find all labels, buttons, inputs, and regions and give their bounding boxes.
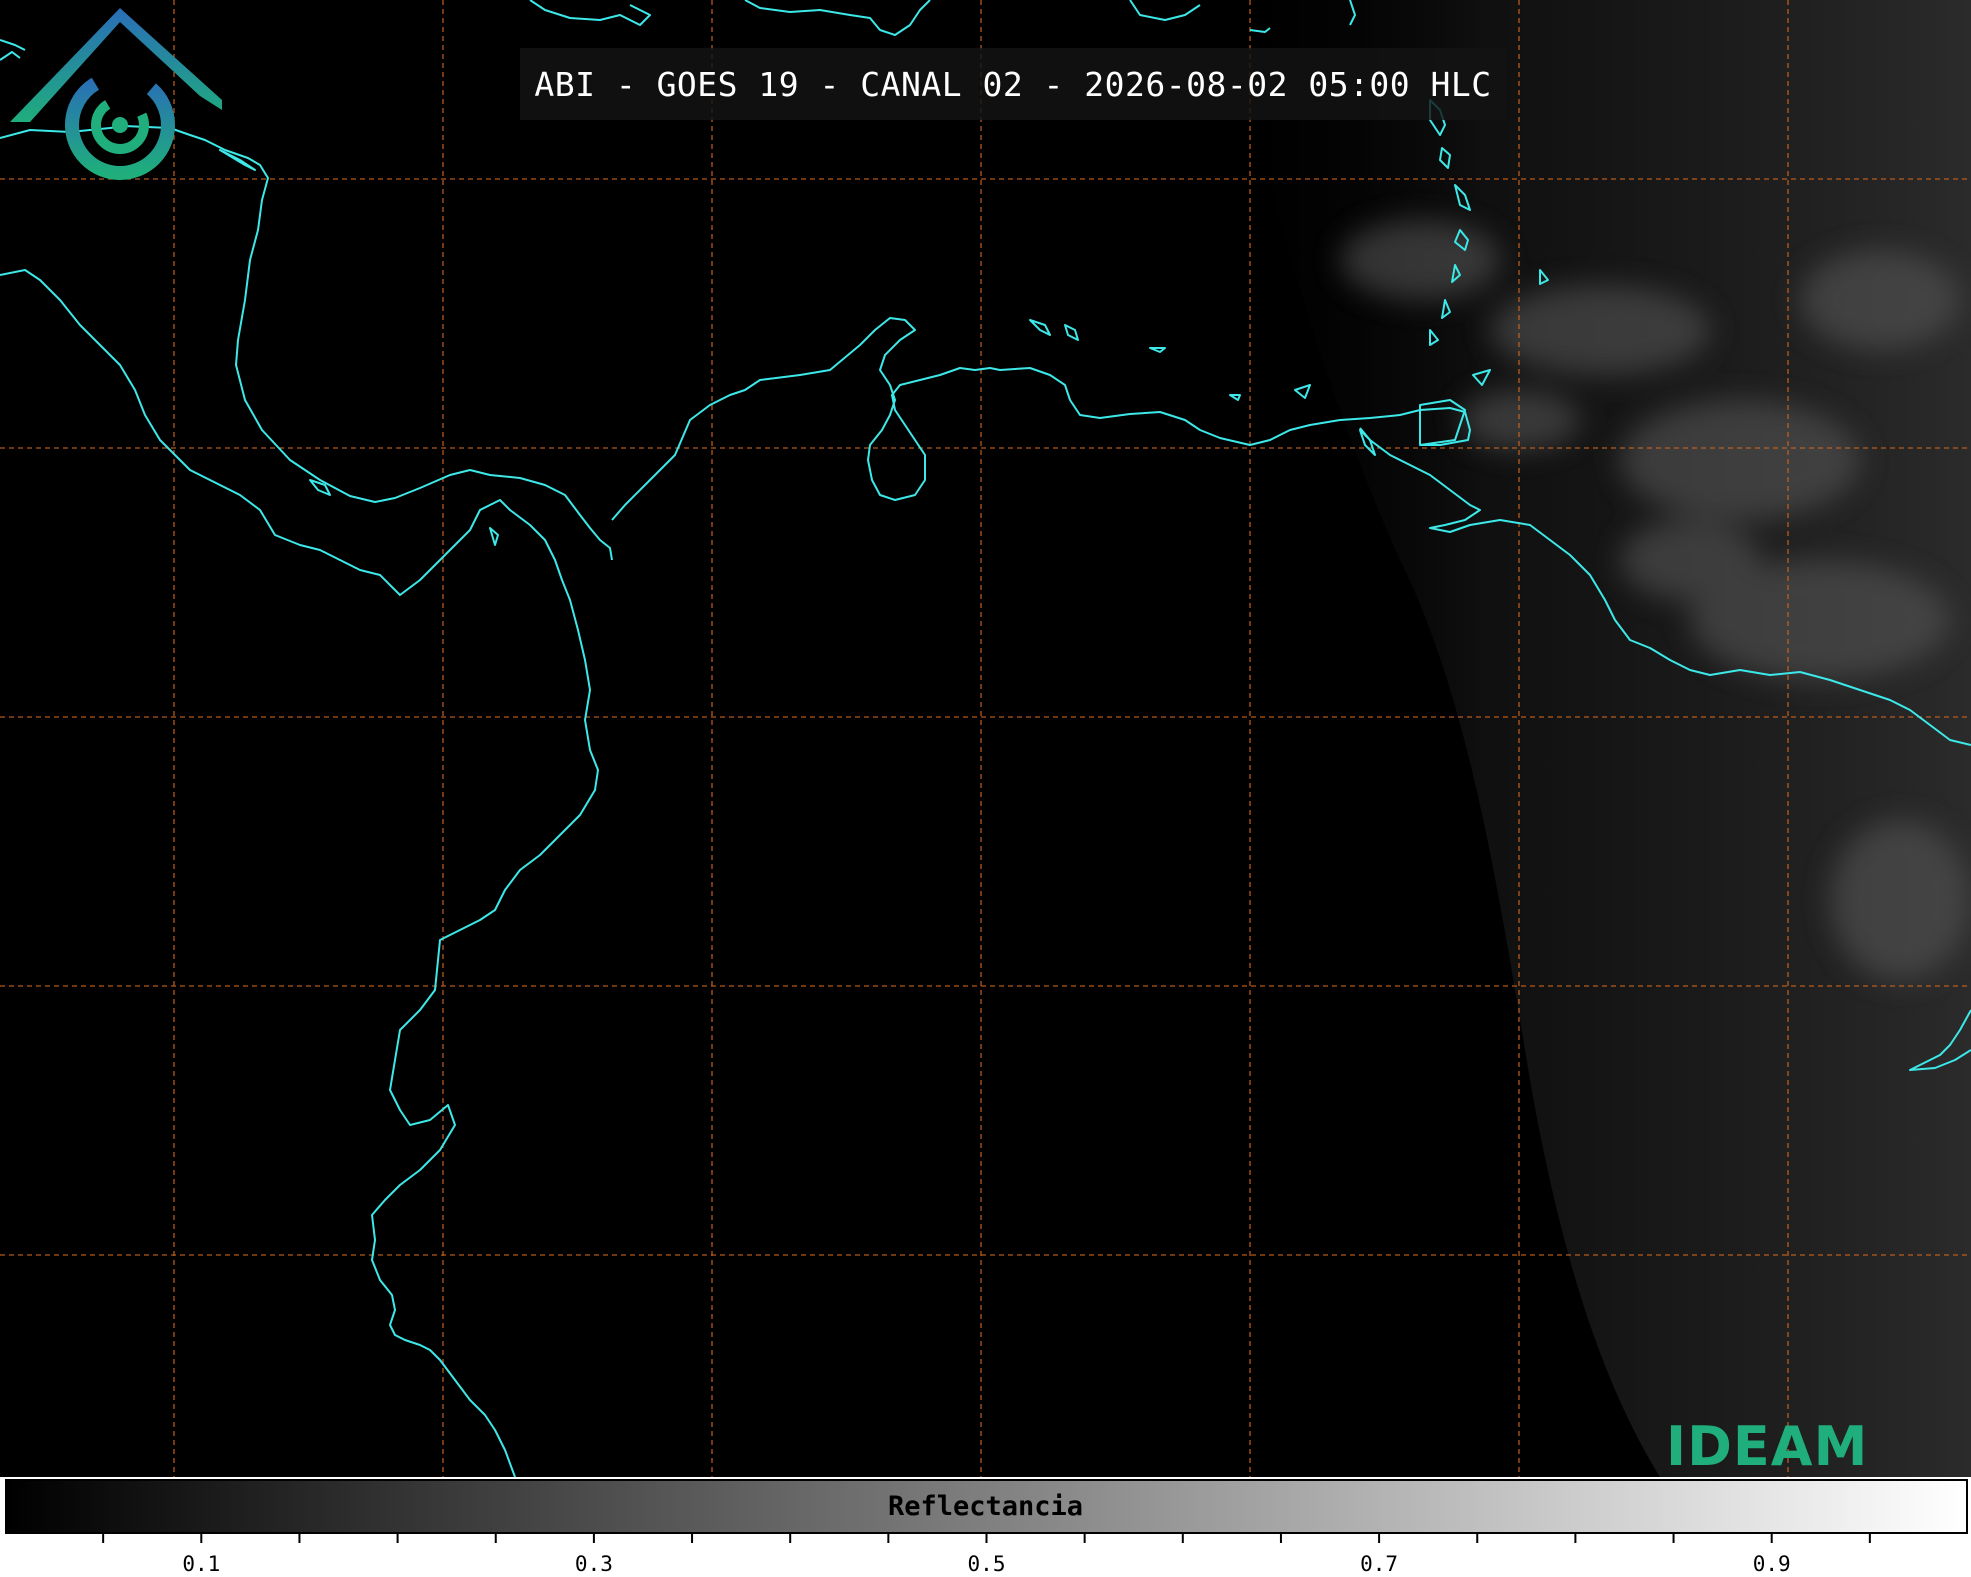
colorbar-tick-label: 0.3 (574, 1552, 613, 1576)
colorbar-tick-label: 0.5 (967, 1552, 1006, 1576)
colorbar-label: Reflectancia (887, 1491, 1084, 1522)
colorbar-tick-label: 0.7 (1360, 1552, 1399, 1576)
colorbar-tick-label: 0.1 (182, 1552, 221, 1576)
logo-text: IDEAM (1666, 1415, 1869, 1477)
colorbar-tick-label: 0.9 (1752, 1552, 1791, 1576)
map-canvas (0, 0, 1971, 1477)
map-title: ABI - GOES 19 - CANAL 02 - 2026-08-02 05… (520, 48, 1506, 120)
ideam-logo (10, 8, 222, 180)
satellite-map: ABI - GOES 19 - CANAL 02 - 2026-08-02 05… (0, 0, 1971, 1477)
